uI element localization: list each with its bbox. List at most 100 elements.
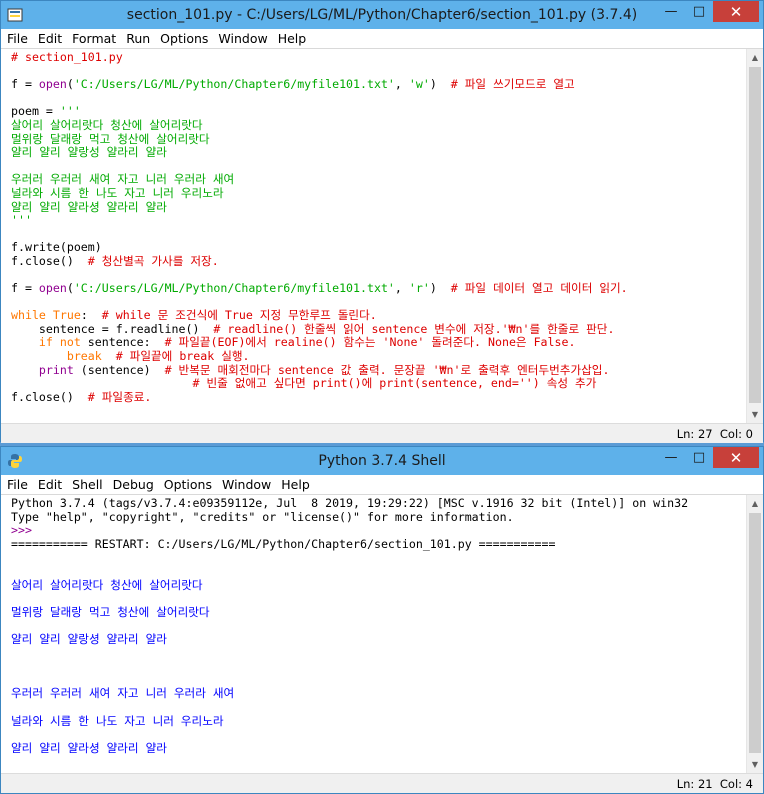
shell-line[interactable]: 널라와 시름 한 나도 자고 니러 우리노라 [11, 713, 763, 729]
shell-scrollbar[interactable]: ▲ ▼ [746, 495, 763, 773]
editor-line[interactable]: ''' [11, 213, 763, 228]
editor-line[interactable]: # section_101.py [11, 50, 763, 65]
editor-menu-help[interactable]: Help [278, 31, 307, 46]
editor-line[interactable]: ​ [11, 160, 763, 174]
editor-token: 멀위랑 달래랑 먹고 청산에 살어리랏다 [11, 131, 210, 146]
editor-menubar: File Edit Format Run Options Window Help [1, 29, 763, 49]
editor-line[interactable]: 얄리 얄리 얄랑성 얄라리 얄라 [11, 145, 763, 160]
shell-line[interactable]: ​ [11, 660, 763, 674]
shell-line[interactable]: >>> [11, 523, 763, 538]
minimize-icon[interactable]: — [657, 447, 685, 468]
scroll-up-icon[interactable]: ▲ [747, 49, 763, 66]
editor-token: ''' [11, 213, 32, 228]
editor-token: f.close() [11, 389, 88, 404]
editor-line[interactable]: 얄리 얄리 얄라셩 얄라리 얄라 [11, 199, 763, 215]
editor-line[interactable]: poem = ''' [11, 105, 763, 119]
editor-line[interactable]: ​ [11, 296, 763, 310]
editor-menu-options[interactable]: Options [160, 31, 208, 46]
shell-line[interactable]: 살어리 살어리랏다 청산에 살어리랏다 [11, 578, 763, 593]
editor-token: 우러러 우러러 새여 자고 니러 우러라 새여 [11, 172, 235, 187]
shell-menubar: File Edit Shell Debug Options Window Help [1, 475, 763, 495]
editor-token [11, 363, 39, 377]
shell-window: Python 3.7.4 Shell — □ ✕ File Edit Shell De… [0, 446, 764, 794]
editor-scrollbar[interactable]: ▲ ▼ [746, 49, 763, 423]
shell-line[interactable]: 얄리 얄리 얄라셩 얄라리 얄라 [11, 741, 763, 756]
editor-line[interactable]: break # 파일끝에 break 실행. [11, 349, 763, 364]
maximize-icon[interactable]: □ [685, 447, 713, 468]
shell-scroll-thumb[interactable] [749, 513, 761, 753]
editor-line[interactable]: 멀위랑 달래랑 먹고 청산에 살어리랏다 [11, 131, 763, 147]
editor-line[interactable]: f = open('C:/Users/LG/ML/Python/Chapter6… [11, 281, 763, 296]
editor-token: # while 문 조건식에 True 지정 무한루프 돌린다. [101, 308, 377, 323]
editor-menu-edit[interactable]: Edit [38, 31, 62, 46]
editor-line[interactable]: # 빈줄 없애고 싶다면 print()에 print(sentence, en… [11, 376, 763, 391]
shell-output[interactable]: Python 3.7.4 (tags/v3.7.4:e09359112e, Ju… [1, 495, 763, 755]
shell-menu-debug[interactable]: Debug [113, 477, 154, 492]
shell-menu-options[interactable]: Options [164, 477, 212, 492]
editor-code[interactable]: # section_101.py​f = open('C:/Users/LG/M… [1, 49, 763, 404]
editor-token [11, 376, 192, 390]
shell-line[interactable]: =========== RESTART: C:/Users/LG/ML/Pyth… [11, 536, 763, 552]
shell-line[interactable]: 얄리 얄리 얄랑셩 얄라리 얄라 [11, 632, 763, 647]
close-icon[interactable]: ✕ [713, 447, 759, 468]
editor-token: 널라와 시름 한 나도 자고 니러 우리노라 [11, 185, 224, 200]
editor-menu-run[interactable]: Run [126, 31, 150, 46]
editor-token [46, 308, 53, 322]
shell-menu-file[interactable]: File [7, 477, 28, 492]
shell-text-area[interactable]: Python 3.7.4 (tags/v3.7.4:e09359112e, Ju… [1, 495, 763, 773]
minimize-icon[interactable]: — [657, 1, 685, 22]
editor-line[interactable]: f.close() # 파일종료. [11, 389, 763, 405]
shell-menu-edit[interactable]: Edit [38, 477, 62, 492]
shell-token: =========== RESTART: C:/Users/LG/ML/Pyth… [11, 536, 556, 551]
editor-menu-file[interactable]: File [7, 31, 28, 46]
editor-line[interactable]: ​ [11, 65, 763, 79]
shell-line[interactable]: ​ [11, 674, 763, 688]
shell-line[interactable]: ​ [11, 551, 763, 565]
editor-menu-window[interactable]: Window [218, 31, 267, 46]
shell-line[interactable]: ​ [11, 592, 763, 606]
editor-line[interactable]: ​ [11, 269, 763, 283]
editor-scroll-thumb[interactable] [749, 67, 761, 403]
editor-token: ) [429, 77, 451, 92]
shell-line[interactable]: 멀위랑 달래랑 먹고 청산에 살어리랏다 [11, 605, 763, 620]
scroll-down-icon[interactable]: ▼ [747, 406, 763, 423]
editor-titlebar[interactable]: section_101.py - C:/Users/LG/ML/Python/C… [1, 1, 763, 29]
shell-menu-shell[interactable]: Shell [72, 477, 103, 492]
shell-line[interactable]: Type "help", "copyright", "credits" or "… [11, 509, 763, 525]
shell-menu-window[interactable]: Window [222, 477, 271, 492]
shell-menu-help[interactable]: Help [281, 477, 310, 492]
scroll-up-icon[interactable]: ▲ [747, 495, 763, 512]
maximize-icon[interactable]: □ [685, 1, 713, 22]
editor-text-area[interactable]: # section_101.py​f = open('C:/Users/LG/M… [1, 49, 763, 423]
editor-line[interactable]: 우러러 우러러 새여 자고 니러 우러라 새여 [11, 173, 763, 187]
shell-cursor-position: Ln: 21 Col: 4 [676, 777, 753, 791]
editor-line[interactable]: if not sentence: # 파일끝(EOF)에서 realine() … [11, 336, 763, 350]
shell-line[interactable]: Python 3.7.4 (tags/v3.7.4:e09359112e, Ju… [11, 496, 763, 511]
shell-titlebar[interactable]: Python 3.7.4 Shell — □ ✕ [1, 447, 763, 475]
shell-line[interactable]: 우러러 우러러 새여 자고 니러 우러라 새여 [11, 687, 763, 701]
editor-token: # readline() 한줄씩 읽어 sentence 변수에 저장.'₩n'… [213, 321, 615, 336]
shell-line[interactable]: ​ [11, 701, 763, 715]
shell-line[interactable]: ​ [11, 619, 763, 633]
close-icon[interactable]: ✕ [713, 1, 759, 22]
editor-menu-format[interactable]: Format [72, 31, 116, 46]
editor-line[interactable]: f.write(poem) [11, 241, 763, 255]
editor-line[interactable]: f = open('C:/Users/LG/ML/Python/Chapter6… [11, 77, 763, 92]
editor-line[interactable]: f.close() # 청산별곡 가사를 저장. [11, 254, 763, 269]
shell-line[interactable]: ​ [11, 728, 763, 742]
editor-line[interactable]: print (sentence) # 반복문 매회전마다 sentence 값 … [11, 363, 763, 378]
editor-line[interactable]: 살어리 살어리랏다 청산에 살어리랏다 [11, 118, 763, 133]
editor-token: 얄리 얄리 얄라셩 얄라리 얄라 [11, 199, 167, 214]
editor-line[interactable]: while True: # while 문 조건식에 True 지정 무한루프 … [11, 308, 763, 323]
shell-token: 널라와 시름 한 나도 자고 니러 우리노라 [11, 713, 224, 728]
scroll-down-icon[interactable]: ▼ [747, 756, 763, 773]
shell-line[interactable]: ​ [11, 647, 763, 661]
editor-token: f.write(poem) [11, 240, 102, 255]
editor-token: ( [66, 77, 74, 92]
shell-token: Type "help", "copyright", "credits" or "… [11, 509, 514, 524]
editor-line[interactable]: ​ [11, 92, 763, 106]
editor-line[interactable]: ​ [11, 228, 763, 242]
editor-line[interactable]: 널라와 시름 한 나도 자고 니러 우리노라 [11, 185, 763, 201]
shell-line[interactable]: ​ [11, 565, 763, 579]
editor-line[interactable]: sentence = f.readline() # readline() 한줄씩… [11, 321, 763, 337]
